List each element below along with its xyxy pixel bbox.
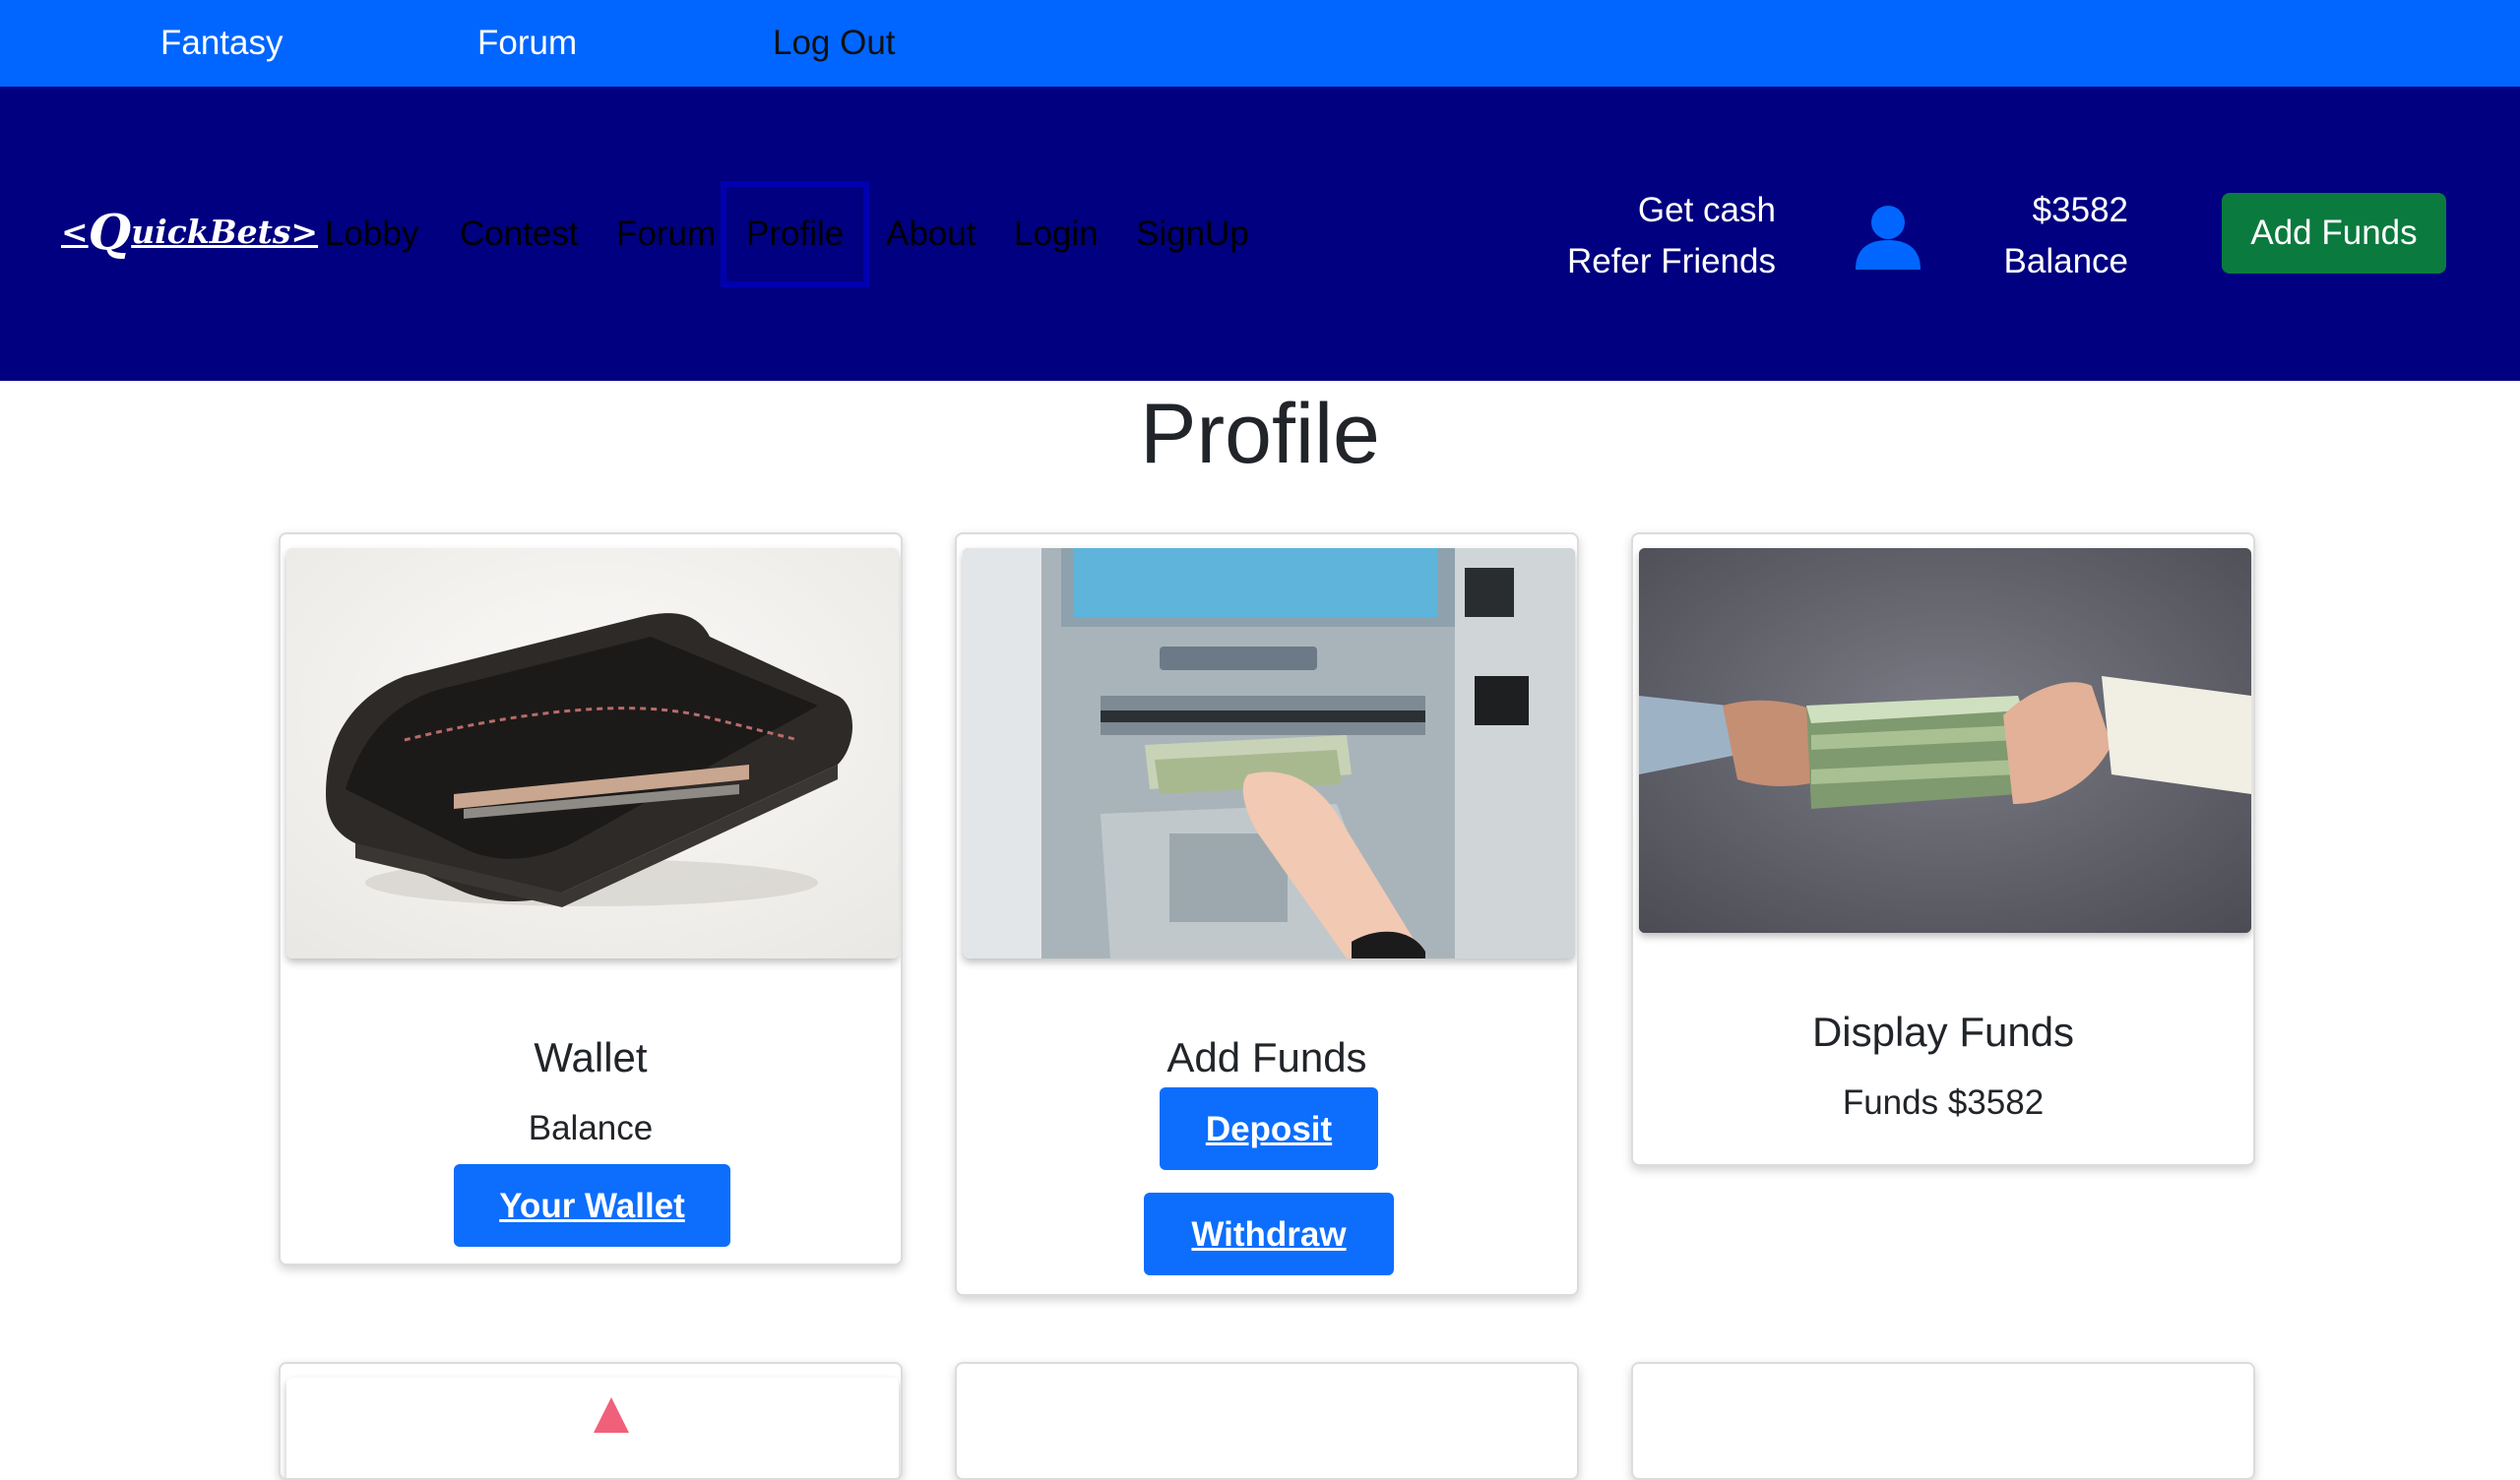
display-funds-card: Display Funds Funds $3582: [1631, 532, 2255, 1166]
top-link-forum[interactable]: Forum: [477, 22, 577, 65]
card-4-photo-art: [594, 1397, 629, 1433]
promo-line-2: Refer Friends: [1566, 242, 1776, 280]
brand-bracket-right: >: [290, 213, 319, 251]
wallet-card: Wallet Balance Your Wallet: [279, 532, 903, 1265]
wallet-card-balance: Balance: [528, 1109, 654, 1147]
card-4-photo: [286, 1378, 899, 1478]
wallet-photo-art: [286, 548, 899, 958]
profile-card-6: [1631, 1362, 2255, 1480]
balance-display: $3582 Balance: [1969, 185, 2128, 287]
main-navbar: <QuickBets> Lobby Contest Forum Profile …: [0, 87, 2520, 381]
wallet-card-title: Wallet: [534, 1034, 648, 1080]
cash-handoff-photo-art: [1639, 548, 2251, 933]
nav-item-lobby[interactable]: Lobby: [325, 205, 418, 264]
nav-item-signup[interactable]: SignUp: [1136, 205, 1249, 264]
nav-item-forum[interactable]: Forum: [616, 205, 716, 264]
atm-photo: [963, 548, 1575, 958]
brand-q: Q: [88, 203, 132, 261]
atm-photo-art: [963, 548, 1575, 958]
add-funds-button[interactable]: Add Funds: [2222, 193, 2446, 274]
balance-amount: $3582: [2032, 191, 2128, 229]
your-wallet-button[interactable]: Your Wallet: [454, 1164, 730, 1247]
top-link-logout[interactable]: Log Out: [773, 22, 896, 65]
brand-text: uickBets: [131, 213, 291, 251]
promo-line-1: Get cash: [1637, 191, 1776, 229]
wallet-photo: [286, 548, 899, 958]
brand-bracket-left: <: [61, 213, 89, 251]
user-icon[interactable]: [1854, 203, 1922, 272]
add-funds-card: Add Funds Deposit Withdraw: [955, 532, 1579, 1296]
deposit-button[interactable]: Deposit: [1160, 1087, 1378, 1170]
page-title: Profile: [1140, 387, 1380, 481]
profile-card-4: [279, 1362, 903, 1480]
top-link-fantasy[interactable]: Fantasy: [160, 22, 284, 65]
nav-item-login[interactable]: Login: [1014, 205, 1099, 264]
balance-label: Balance: [2003, 242, 2128, 280]
add-funds-card-title: Add Funds: [1166, 1034, 1367, 1080]
top-strip: Fantasy Forum Log Out: [0, 0, 2520, 87]
refer-friends-link[interactable]: Get cash Refer Friends: [1536, 185, 1776, 287]
profile-card-5: [955, 1362, 1579, 1480]
nav-item-profile[interactable]: Profile: [720, 181, 870, 287]
nav-item-about[interactable]: About: [886, 205, 976, 264]
nav-item-contest[interactable]: Contest: [460, 205, 579, 264]
display-funds-amount: Funds $3582: [1842, 1083, 2045, 1122]
cash-handoff-photo: [1639, 548, 2251, 933]
brand-logo[interactable]: <QuickBets>: [61, 203, 318, 262]
withdraw-button[interactable]: Withdraw: [1144, 1193, 1394, 1275]
display-funds-card-title: Display Funds: [1811, 1009, 2075, 1055]
